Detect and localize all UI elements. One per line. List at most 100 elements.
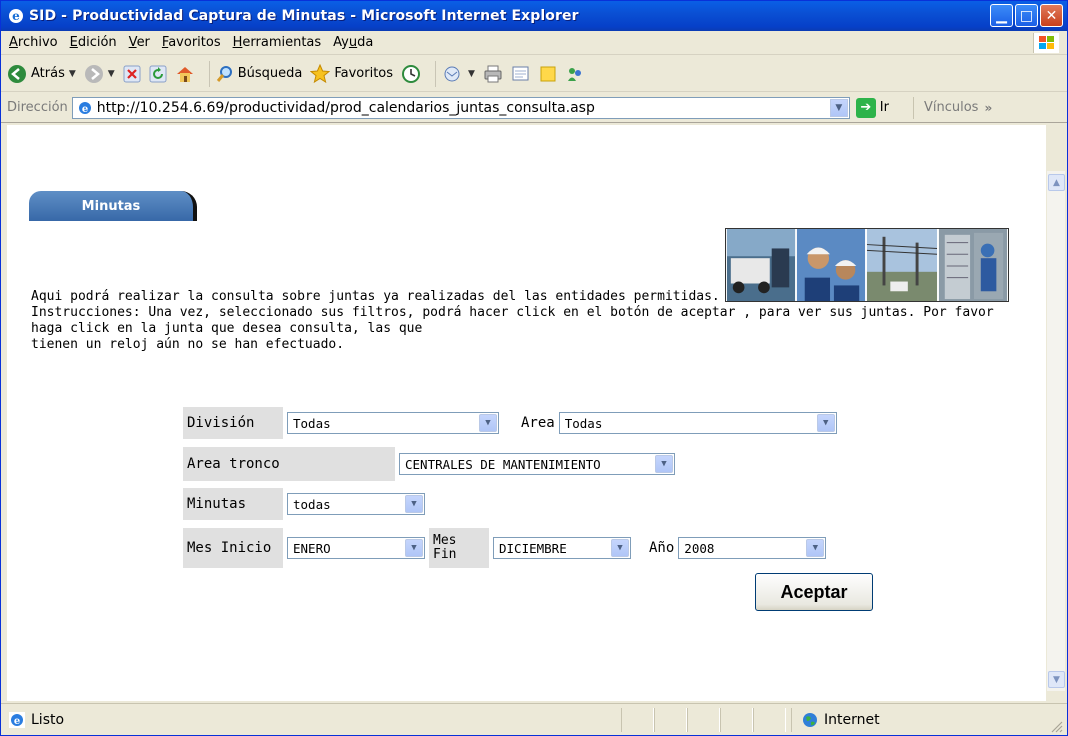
forward-arrow-icon xyxy=(84,64,103,83)
forward-button[interactable]: ▼ xyxy=(84,64,115,84)
menu-bar: Archivo Edición Ver Favoritos Herramient… xyxy=(1,31,1067,55)
area-tronco-label: Area tronco xyxy=(183,447,395,481)
globe-icon xyxy=(803,713,817,727)
close-button[interactable]: ✕ xyxy=(1040,4,1063,27)
links-toolbar[interactable]: Vínculos » xyxy=(912,96,992,119)
mes-inicio-label: Mes Inicio xyxy=(183,528,283,568)
home-button[interactable] xyxy=(175,65,195,83)
menu-ver[interactable]: Ver xyxy=(123,35,156,50)
chevron-down-icon[interactable]: ▼ xyxy=(816,414,835,432)
menu-archivo[interactable]: Archivo xyxy=(1,35,64,50)
go-button[interactable]: ➔ Ir xyxy=(855,97,889,118)
stop-button[interactable] xyxy=(123,65,141,83)
maximize-button[interactable]: □ xyxy=(1015,4,1038,27)
star-icon xyxy=(310,63,331,83)
minutas-select[interactable]: todas ▼ xyxy=(287,493,425,515)
discuss-button[interactable] xyxy=(539,65,557,83)
page-content: Minutas Aqui podrá realizar la consulta … xyxy=(7,125,1046,701)
intro-instructions: Instrucciones: Una vez, seleccionado sus… xyxy=(31,305,994,336)
chevron-down-icon[interactable]: ▼ xyxy=(405,539,423,557)
svg-text:e: e xyxy=(82,104,88,115)
anio-label: Año xyxy=(649,540,675,556)
chevron-down-icon[interactable]: ▼ xyxy=(611,539,629,557)
row-area-tronco: Area tronco CENTRALES DE MANTENIMIENTO ▼ xyxy=(183,447,675,481)
refresh-button[interactable] xyxy=(149,65,167,83)
address-label: Dirección xyxy=(7,100,68,115)
maximize-icon: □ xyxy=(1019,7,1034,24)
address-dropdown-icon[interactable]: ▼ xyxy=(829,98,848,117)
ie-icon: e xyxy=(9,9,23,23)
edit-button[interactable] xyxy=(511,65,531,83)
scroll-up-icon[interactable]: ▲ xyxy=(1048,174,1065,191)
address-bar: Dirección e ▼ ➔ Ir Vínculos » xyxy=(1,93,1067,123)
address-input[interactable] xyxy=(96,99,817,116)
mes-inicio-select[interactable]: ENERO ▼ xyxy=(287,537,425,559)
note-icon xyxy=(540,66,556,81)
vertical-scrollbar[interactable]: ▲ ▼ xyxy=(1046,171,1065,691)
svg-text:e: e xyxy=(12,9,20,23)
ie-page-icon: e xyxy=(76,99,93,116)
stop-icon xyxy=(123,65,141,82)
browser-window: e SID - Productividad Captura de Minutas… xyxy=(0,0,1068,736)
forward-dropdown-icon[interactable]: ▼ xyxy=(108,69,115,79)
ie-status-icon: e xyxy=(9,711,25,728)
row-minutas: Minutas todas ▼ xyxy=(183,488,425,520)
print-button[interactable] xyxy=(483,65,503,83)
toolbar: Atrás ▼ ▼ Búsqueda Favoritos ▼ xyxy=(1,56,1067,92)
close-icon: ✕ xyxy=(1045,7,1058,24)
area-tronco-select[interactable]: CENTRALES DE MANTENIMIENTO ▼ xyxy=(399,453,675,475)
mail-icon xyxy=(444,66,460,81)
chevron-down-icon[interactable]: ▼ xyxy=(479,414,497,432)
intro-text: Aqui podrá realizar la consulta sobre ju… xyxy=(31,289,1031,353)
chevron-down-icon[interactable]: ▼ xyxy=(655,455,673,473)
division-label: División xyxy=(183,407,283,439)
menu-edicion[interactable]: Edición xyxy=(64,35,123,50)
mail-button[interactable]: ▼ xyxy=(442,65,475,83)
back-dropdown-icon[interactable]: ▼ xyxy=(69,69,76,79)
intro-line-1: Aqui podrá realizar la consulta sobre ju… xyxy=(31,289,720,304)
minutas-label: Minutas xyxy=(183,488,283,520)
menu-favoritos[interactable]: Favoritos xyxy=(156,35,227,50)
history-icon xyxy=(402,64,421,83)
favorites-button[interactable]: Favoritos xyxy=(310,63,393,84)
windows-logo-icon xyxy=(1033,33,1059,53)
chevron-down-icon[interactable]: ▼ xyxy=(405,495,423,513)
svg-text:e: e xyxy=(14,716,20,727)
refresh-icon xyxy=(149,65,167,82)
minimize-icon: ▁ xyxy=(996,7,1007,24)
row-division-area: División Todas ▼ Area Todas ▼ xyxy=(183,407,837,439)
scroll-down-icon[interactable]: ▼ xyxy=(1048,671,1065,688)
messenger-icon xyxy=(567,67,581,81)
minimize-button[interactable]: ▁ xyxy=(990,4,1013,27)
status-bar: e Listo Internet xyxy=(1,703,1067,735)
title-bar[interactable]: e SID - Productividad Captura de Minutas… xyxy=(1,1,1067,31)
division-select[interactable]: Todas ▼ xyxy=(287,412,499,434)
back-button[interactable]: Atrás ▼ xyxy=(7,64,76,84)
menu-ayuda[interactable]: Ayuda xyxy=(327,35,379,50)
print-icon xyxy=(484,65,502,82)
row-fechas: Mes Inicio ENERO ▼ Mes Fin DICIEMBRE ▼ A… xyxy=(183,528,827,568)
messenger-button[interactable] xyxy=(565,65,585,83)
go-arrow-icon: ➔ xyxy=(855,97,876,118)
address-field[interactable]: e ▼ xyxy=(71,96,850,119)
aceptar-button[interactable]: Aceptar xyxy=(755,573,873,611)
menu-herramientas[interactable]: Herramientas xyxy=(227,35,328,50)
area-select[interactable]: Todas ▼ xyxy=(558,412,837,434)
anio-select[interactable]: 2008 ▼ xyxy=(678,537,827,559)
home-icon xyxy=(176,66,193,82)
links-more-icon[interactable]: » xyxy=(984,101,992,115)
intro-line-3: tienen un reloj aún no se han efectuado. xyxy=(31,337,345,352)
edit-page-icon xyxy=(512,66,529,80)
status-text: Listo xyxy=(31,711,65,728)
search-icon xyxy=(216,65,232,82)
area-label: Area xyxy=(521,415,555,431)
tab-minutas[interactable]: Minutas xyxy=(29,191,197,221)
search-button[interactable]: Búsqueda xyxy=(216,65,302,83)
mes-fin-select[interactable]: DICIEMBRE ▼ xyxy=(493,537,631,559)
chevron-down-icon[interactable]: ▼ xyxy=(806,539,825,557)
mes-fin-label: Mes Fin xyxy=(429,528,489,568)
security-zone[interactable]: Internet xyxy=(791,708,1031,732)
mail-dropdown-icon[interactable]: ▼ xyxy=(468,69,475,79)
history-button[interactable] xyxy=(401,64,421,84)
resize-grip-icon[interactable] xyxy=(1049,719,1063,733)
